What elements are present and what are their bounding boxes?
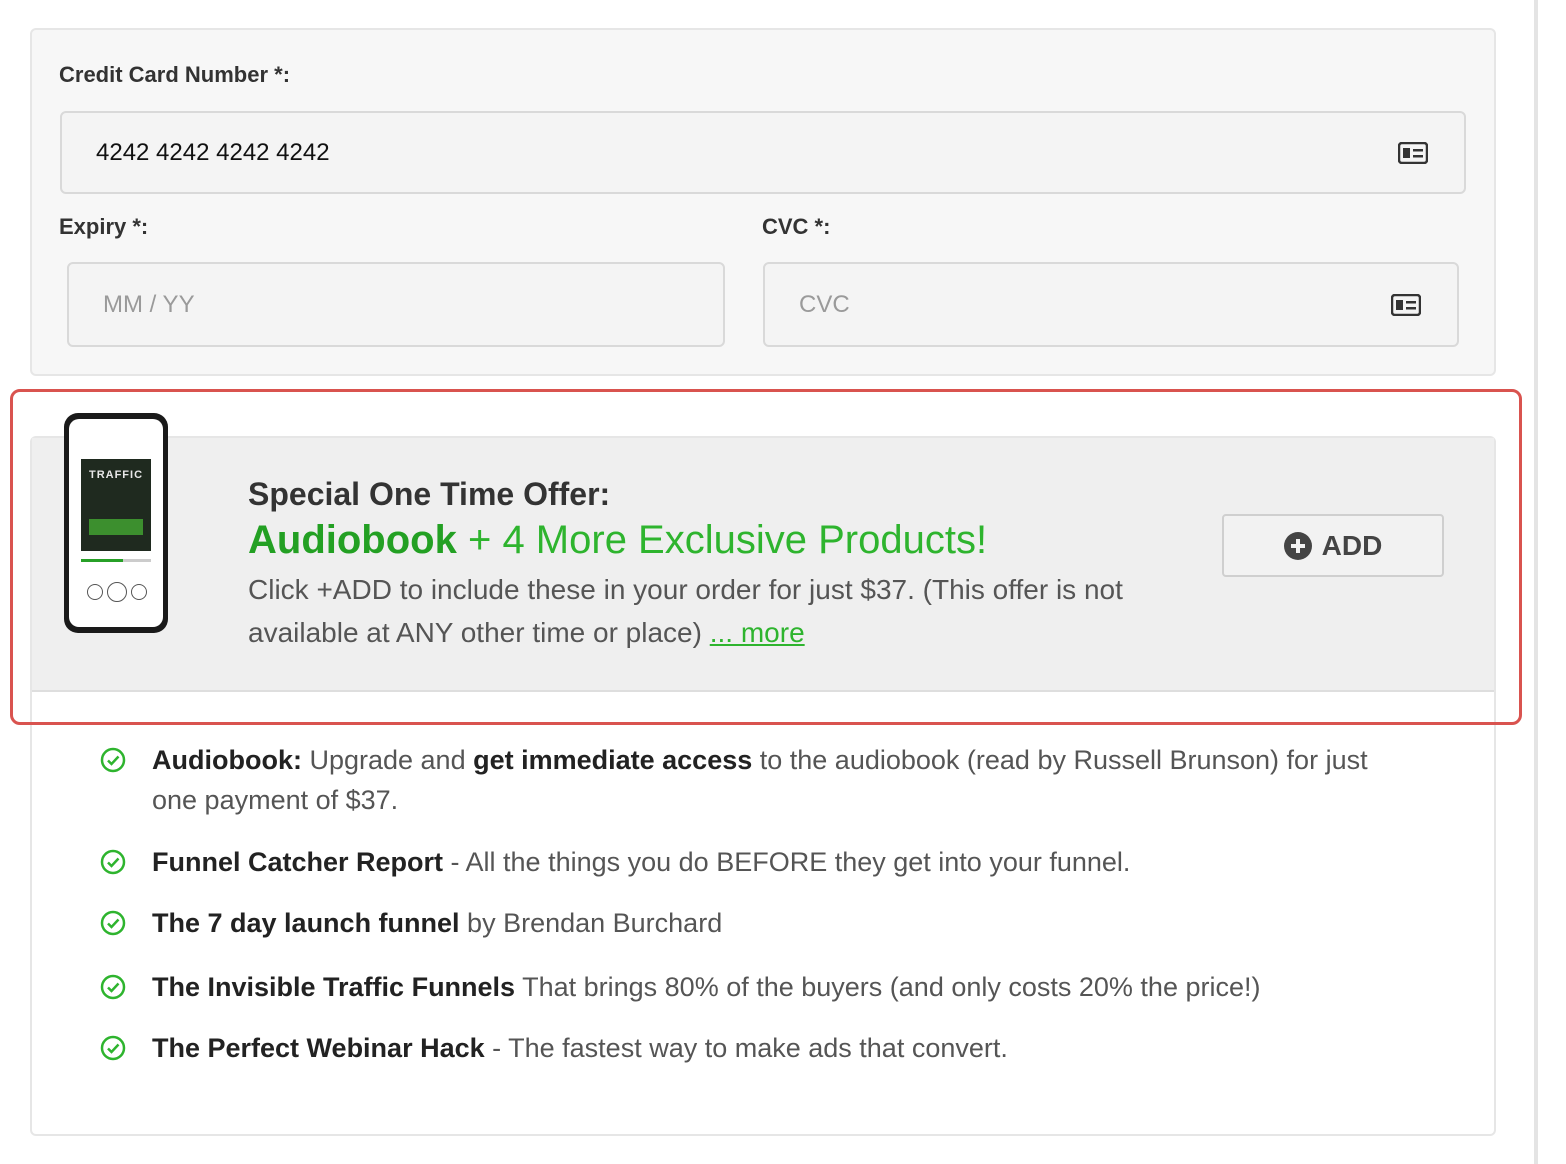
audiobook-phone-image: TRAFFIC <box>64 413 168 633</box>
check-circle-icon <box>100 974 126 1000</box>
card-number-value: 4242 4242 4242 4242 <box>96 138 330 166</box>
cvc-input[interactable]: CVC <box>763 262 1459 347</box>
card-icon <box>1391 293 1421 316</box>
card-number-label: Credit Card Number *: <box>59 62 291 87</box>
card-icon <box>1398 141 1428 164</box>
expiry-placeholder: MM / YY <box>103 290 195 318</box>
expiry-input[interactable]: MM / YY <box>67 262 725 347</box>
scrollbar-track[interactable] <box>1534 0 1538 1164</box>
cvc-label: CVC *: <box>762 214 831 239</box>
offer-description: Click +ADD to include these in your orde… <box>248 574 1123 648</box>
check-circle-icon <box>100 910 126 936</box>
check-circle-icon <box>100 1035 126 1061</box>
more-link[interactable]: ... more <box>710 617 805 648</box>
add-offer-button[interactable]: ADD <box>1222 514 1444 577</box>
offer-title: Special One Time Offer: <box>248 476 611 512</box>
book-cover: TRAFFIC <box>81 459 151 551</box>
cvc-placeholder: CVC <box>799 290 850 318</box>
expiry-label: Expiry *: <box>59 214 149 239</box>
offer-subtitle: Audiobook + 4 More Exclusive Products! <box>248 518 988 562</box>
card-number-input[interactable]: 4242 4242 4242 4242 <box>60 111 1466 194</box>
check-circle-icon <box>100 849 126 875</box>
plus-circle-icon <box>1283 531 1312 560</box>
check-circle-icon <box>100 747 126 773</box>
